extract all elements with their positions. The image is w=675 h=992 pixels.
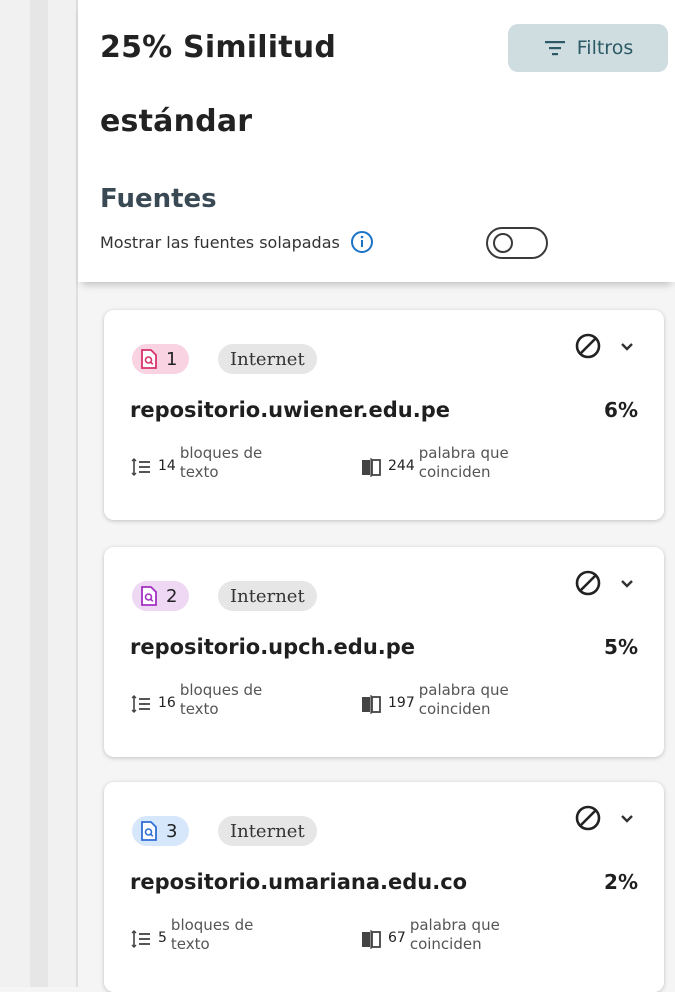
matching-words-icon (362, 695, 381, 714)
source-name[interactable]: repositorio.upch.edu.pe (130, 635, 415, 659)
ban-icon[interactable] (574, 569, 602, 597)
similarity-title: 25% Similitud (100, 30, 337, 65)
source-rank: 3 (166, 820, 178, 842)
text-blocks-icon (131, 458, 150, 476)
source-name[interactable]: repositorio.uwiener.edu.pe (130, 398, 450, 422)
source-card[interactable]: 1 Internet repositorio.uwiener.edu.pe 6%… (104, 310, 664, 520)
words-label: palabra que coinciden (419, 444, 509, 482)
words-label-line1: palabra que (418, 444, 509, 462)
source-rank: 1 (166, 348, 178, 370)
blocks-count: 5 (158, 930, 167, 946)
words-label: palabra que coinciden (419, 681, 509, 719)
document-search-icon (141, 349, 157, 369)
filters-button-label: Filtros (576, 37, 634, 59)
matching-words-icon (362, 458, 381, 477)
similarity-panel-header: 25% Similitud estándar Filtros Fuentes M… (78, 0, 675, 282)
blocks-count: 16 (158, 695, 176, 711)
chevron-down-icon[interactable] (616, 808, 638, 830)
matching-words-icon (362, 930, 381, 949)
words-label-line2: coinciden (418, 700, 491, 718)
source-type-badge: Internet (218, 344, 317, 374)
doc-outline (141, 349, 157, 369)
document-search-icon (141, 821, 157, 841)
source-name[interactable]: repositorio.umariana.edu.co (130, 870, 467, 894)
words-label-line2: coinciden (409, 935, 482, 953)
source-rank-badge: 1 (132, 344, 190, 374)
doc-outline (141, 586, 157, 606)
text-blocks-stat: 16 bloques de texto (130, 681, 262, 719)
matching-words-stat: 67 palabra que coinciden (360, 916, 500, 954)
rail-stripe (30, 0, 48, 987)
left-rail (0, 0, 78, 987)
blocks-label-line2: texto (179, 463, 219, 481)
blocks-label: bloques de texto (171, 916, 253, 954)
source-rank-badge: 2 (132, 581, 190, 611)
blocks-label-line1: bloques de (179, 444, 263, 462)
matching-words-stat: 197 palabra que coinciden (360, 681, 509, 719)
text-blocks-icon (131, 695, 150, 713)
overlap-row: Mostrar las fuentes solapadas (100, 230, 374, 254)
words-count: 67 (388, 930, 406, 946)
chevron-down-icon[interactable] (616, 573, 638, 595)
words-count: 197 (388, 695, 415, 711)
chevron-down-icon[interactable] (616, 336, 638, 358)
blocks-label: bloques de texto (180, 444, 262, 482)
sources-list: 1 Internet repositorio.uwiener.edu.pe 6%… (78, 282, 675, 992)
words-label-line1: palabra que (409, 916, 500, 934)
overlap-toggle[interactable] (486, 227, 548, 259)
source-rank-badge: 3 (132, 816, 190, 846)
filters-button[interactable]: Filtros (508, 24, 668, 72)
words-label: palabra que coinciden (410, 916, 500, 954)
words-count: 244 (388, 458, 415, 474)
similarity-subtitle: estándar (100, 104, 253, 139)
blocks-label-line2: texto (170, 935, 210, 953)
text-blocks-icon (131, 930, 150, 948)
source-type-badge: Internet (218, 581, 317, 611)
filter-icon (544, 41, 565, 56)
sources-heading: Fuentes (100, 184, 217, 214)
blocks-count: 14 (158, 458, 176, 474)
source-percent: 2% (604, 870, 638, 894)
words-label-line2: coinciden (418, 463, 491, 481)
source-type-badge: Internet (218, 816, 317, 846)
text-blocks-stat: 5 bloques de texto (130, 916, 253, 954)
source-card[interactable]: 3 Internet repositorio.umariana.edu.co 2… (104, 782, 664, 992)
source-rank: 2 (166, 585, 178, 607)
blocks-label-line1: bloques de (170, 916, 254, 934)
text-blocks-stat: 14 bloques de texto (130, 444, 262, 482)
toggle-knob (493, 233, 513, 253)
info-icon[interactable] (350, 230, 374, 254)
blocks-label-line2: texto (179, 700, 219, 718)
matching-words-stat: 244 palabra que coinciden (360, 444, 509, 482)
source-percent: 5% (604, 635, 638, 659)
blocks-label: bloques de texto (180, 681, 262, 719)
words-label-line1: palabra que (418, 681, 509, 699)
document-search-icon (141, 586, 157, 606)
source-percent: 6% (604, 398, 638, 422)
doc-outline (141, 821, 157, 841)
overlap-label: Mostrar las fuentes solapadas (100, 232, 340, 252)
source-card[interactable]: 2 Internet repositorio.upch.edu.pe 5% 16… (104, 547, 664, 757)
blocks-label-line1: bloques de (179, 681, 263, 699)
ban-icon[interactable] (574, 332, 602, 360)
ban-icon[interactable] (574, 804, 602, 832)
